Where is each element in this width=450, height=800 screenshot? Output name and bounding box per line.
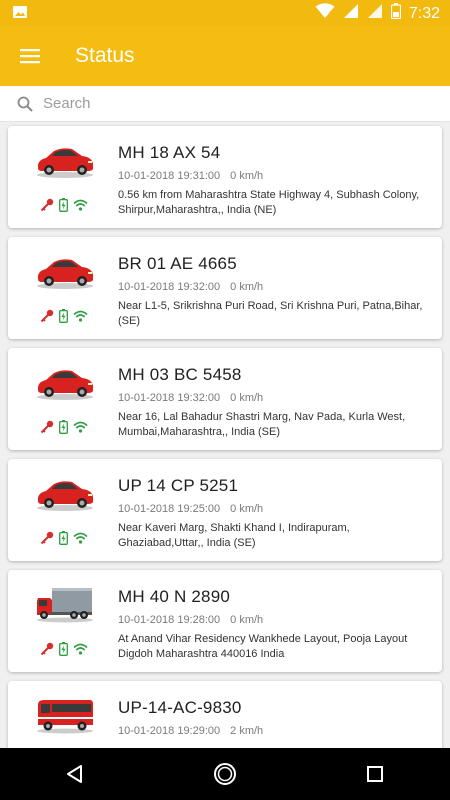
battery-status-icon [59,420,68,434]
vehicle-card[interactable]: MH 40 N 2890 10-01-2018 19:28:00 0 km/h A… [8,570,442,672]
vehicle-address: Near Kaveri Marg, Shakti Khand I, Indira… [118,522,350,549]
car-icon [34,140,96,180]
truck-icon [34,584,96,624]
vehicle-card[interactable]: BR 01 AE 4665 10-01-2018 19:32:00 0 km/h … [8,237,442,339]
vehicle-card[interactable]: MH 18 AX 54 10-01-2018 19:31:00 0 km/h 0.… [8,126,442,228]
vehicle-address: At Anand Vihar Residency Wankhede Layout… [118,633,408,660]
vehicle-speed: 0 km/h [230,170,264,182]
vehicle-speed: 0 km/h [230,392,264,404]
home-button[interactable] [195,748,255,800]
gps-signal-icon [73,310,88,322]
battery-status-icon [59,642,68,656]
vehicle-meta: 10-01-2018 19:28:00 0 km/h [118,614,263,626]
gps-signal-icon [73,643,88,655]
ignition-key-icon [40,198,54,212]
search-input[interactable] [43,95,423,112]
image-notification-icon [12,5,28,24]
battery-status-icon [59,198,68,212]
system-status-bar: 7:32 [0,0,450,26]
home-circle-icon [214,763,236,785]
cell-signal-icon-2 [367,3,383,24]
last-update-time: 10-01-2018 19:29:00 [118,725,221,737]
vehicle-card[interactable]: UP 14 CP 5251 10-01-2018 19:25:00 0 km/h … [8,459,442,561]
vehicle-speed: 0 km/h [230,281,264,293]
gps-signal-icon [73,421,88,433]
cell-signal-icon [343,3,359,24]
vehicle-speed: 0 km/h [230,503,264,515]
vehicle-address: Near 16, Lal Bahadur Shastri Marg, Nav P… [118,411,406,438]
last-update-time: 10-01-2018 19:32:00 [118,281,221,293]
ignition-key-icon [40,309,54,323]
vehicle-plate: UP 14 CP 5251 [118,476,239,495]
ignition-key-icon [40,420,54,434]
vehicle-plate: MH 18 AX 54 [118,143,221,162]
clock-time: 7:32 [408,4,440,22]
battery-status-icon [59,309,68,323]
last-update-time: 10-01-2018 19:28:00 [118,614,221,626]
vehicle-address: 0.56 km from Maharashtra State Highway 4… [118,189,420,216]
last-update-time: 10-01-2018 19:32:00 [118,392,221,404]
bus-icon [34,695,96,735]
vehicle-plate: MH 40 N 2890 [118,587,231,606]
ignition-key-icon [40,642,54,656]
last-update-time: 10-01-2018 19:25:00 [118,503,221,515]
last-update-time: 10-01-2018 19:31:00 [118,170,221,182]
gps-signal-icon [73,532,88,544]
battery-icon [390,3,401,24]
vehicle-meta: 10-01-2018 19:32:00 0 km/h [118,281,263,293]
menu-button[interactable] [0,26,60,86]
recents-button[interactable] [345,748,405,800]
vehicle-meta: 10-01-2018 19:32:00 0 km/h [118,392,263,404]
back-triangle-icon [67,765,82,783]
vehicle-plate: MH 03 BC 5458 [118,365,242,384]
car-icon [34,362,96,402]
wifi-icon [315,3,335,24]
page-title: Status [75,44,135,67]
ignition-key-icon [40,531,54,545]
vehicle-meta: 10-01-2018 19:31:00 0 km/h [118,170,263,182]
vehicle-speed: 0 km/h [230,614,264,626]
back-button[interactable] [45,748,105,800]
search-bar [0,86,450,122]
hamburger-menu-icon [20,49,40,64]
vehicle-plate: UP-14-AC-9830 [118,698,242,717]
system-navigation-bar [0,748,450,800]
gps-signal-icon [73,199,88,211]
recents-square-icon [367,766,383,782]
vehicle-card[interactable]: MH 03 BC 5458 10-01-2018 19:32:00 0 km/h … [8,348,442,450]
app-bar: Status [0,26,450,86]
car-icon [34,251,96,291]
vehicle-meta: 10-01-2018 19:25:00 0 km/h [118,503,263,515]
search-icon [17,96,33,112]
vehicle-speed: 2 km/h [230,725,264,737]
vehicle-plate: BR 01 AE 4665 [118,254,237,273]
vehicle-card[interactable]: UP-14-AC-9830 10-01-2018 19:29:00 2 km/h [8,681,442,748]
battery-status-icon [59,531,68,545]
vehicle-meta: 10-01-2018 19:29:00 2 km/h [118,725,263,737]
car-icon [34,473,96,513]
vehicle-address: Near L1-5, Srikrishna Puri Road, Sri Kri… [118,300,423,327]
vehicle-list: MH 18 AX 54 10-01-2018 19:31:00 0 km/h 0.… [0,122,450,748]
